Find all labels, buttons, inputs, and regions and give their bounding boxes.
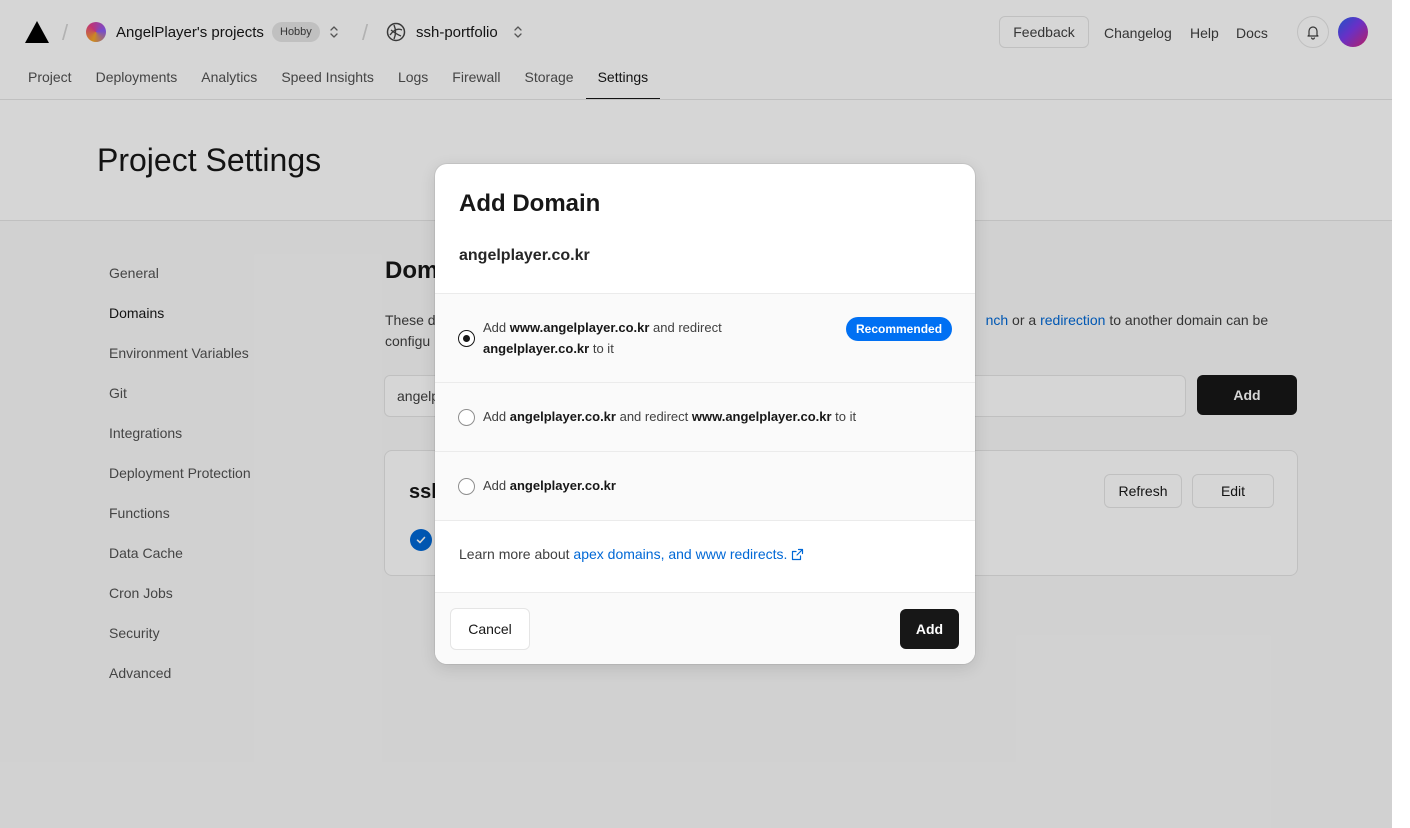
recommended-badge: Recommended (846, 317, 953, 341)
option-text: Add (483, 478, 510, 493)
option-domain: www.angelplayer.co.kr (509, 320, 650, 335)
radio-option-1[interactable] (458, 330, 475, 347)
option-3-text: Add angelplayer.co.kr (483, 475, 616, 496)
learn-more-section: Learn more about apex domains, and www r… (435, 520, 975, 592)
option-text: Add (483, 409, 510, 424)
scrollbar-gutter (1392, 0, 1410, 828)
option-domain: angelplayer.co.kr (509, 409, 616, 424)
modal-footer: Cancel Add (435, 592, 975, 664)
option-add-apex-redirect-www[interactable]: Add angelplayer.co.kr and redirect www.a… (435, 382, 975, 451)
option-2-text: Add angelplayer.co.kr and redirect www.a… (483, 406, 856, 427)
cancel-button[interactable]: Cancel (450, 608, 530, 650)
option-domain: angelplayer.co.kr (509, 478, 616, 493)
learn-more-prefix: Learn more about (459, 546, 574, 562)
option-1-text: Add www.angelplayer.co.kr and redirect a… (483, 317, 722, 359)
learn-more-text: Learn more about apex domains, and www r… (459, 546, 804, 562)
modal-title: Add Domain (459, 190, 601, 217)
radio-option-2[interactable] (458, 409, 475, 426)
add-domain-modal: Add Domain angelplayer.co.kr Add www.ang… (435, 164, 975, 664)
option-text: to it (831, 409, 857, 424)
option-text: and redirect (649, 320, 722, 335)
external-link-icon[interactable] (791, 548, 804, 561)
option-domain: angelplayer.co.kr (483, 341, 590, 356)
apex-domains-link[interactable]: apex domains, and www redirects. (573, 546, 787, 562)
option-add-apex-only[interactable]: Add angelplayer.co.kr (435, 451, 975, 520)
option-text: Add (483, 320, 510, 335)
option-add-www-redirect-apex[interactable]: Add www.angelplayer.co.kr and redirect a… (435, 293, 975, 382)
modal-add-button[interactable]: Add (900, 609, 959, 649)
option-text: to it (589, 341, 614, 356)
option-domain: www.angelplayer.co.kr (691, 409, 832, 424)
modal-domain-name: angelplayer.co.kr (459, 247, 590, 264)
radio-option-3[interactable] (458, 478, 475, 495)
option-text: and redirect (615, 409, 692, 424)
